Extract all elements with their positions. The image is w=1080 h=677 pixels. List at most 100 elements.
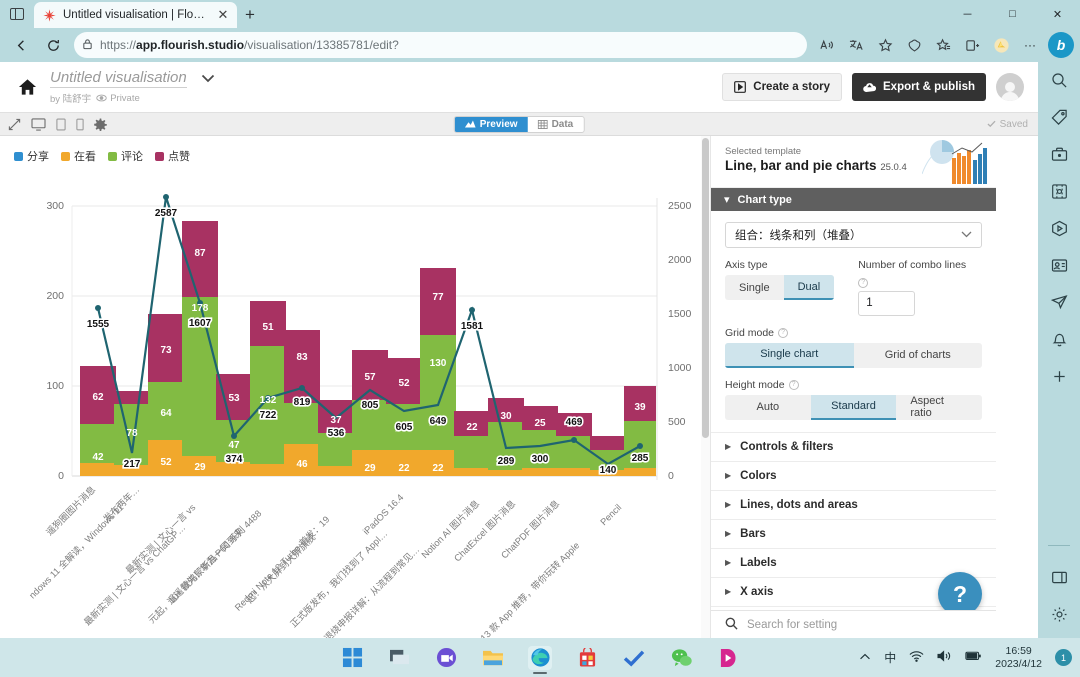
grid-mode-grid-of-charts[interactable]: Grid of charts [854,343,983,368]
axis-type-single[interactable]: Single [725,275,784,300]
favorites-icon[interactable] [929,31,957,59]
grid-mode-label: Grid mode? [725,327,982,339]
accordion-controls-filters[interactable]: ▶ Controls & filters [711,433,996,462]
shopping-bag-icon[interactable] [1051,146,1068,166]
export-publish-button[interactable]: Export & publish [852,73,986,101]
browser-essentials-icon[interactable] [900,31,928,59]
page-title[interactable]: Untitled visualisation [50,69,187,88]
translate-icon[interactable] [842,31,870,59]
svg-text:605: 605 [396,422,413,433]
new-tab-button[interactable]: + [237,2,263,28]
browser-titlebar: Untitled visualisation | Flourish ✕ + － … [0,0,1080,28]
grid-mode-toggle: Single chart Grid of charts [725,342,983,368]
svg-text:300: 300 [532,454,549,465]
battery-icon[interactable] [965,651,982,664]
axis-combo-row: Axis type Single Dual Number of combo li… [725,259,982,316]
grid-mode-single-chart[interactable]: Single chart [725,342,854,368]
desktop-preview-icon[interactable] [31,117,46,131]
height-mode-standard[interactable]: Standard [810,394,897,420]
legend-item[interactable]: 评论 [108,148,143,164]
legend-item[interactable]: 在看 [61,148,96,164]
mobile-preview-icon[interactable] [76,118,84,131]
add-icon[interactable] [1051,368,1068,388]
y-tick: 100 [46,380,64,392]
chart-scrollbar-track[interactable] [701,136,710,638]
expand-triangle-icon: ▶ [725,587,732,596]
clock[interactable]: 16:59 2023/4/12 [995,645,1042,671]
notification-badge[interactable]: 1 [1055,649,1072,666]
legend-item[interactable]: 点赞 [155,148,190,164]
wechat-video-icon[interactable] [434,646,458,670]
extension-icon[interactable] [987,31,1015,59]
settings-gear-icon[interactable] [1051,606,1068,626]
tab-data[interactable]: Data [528,117,584,132]
settings-gear-icon[interactable] [94,118,107,131]
fullscreen-icon[interactable] [8,118,21,131]
show-hidden-icons-icon[interactable] [859,652,871,664]
bing-chat-icon[interactable]: b [1048,32,1074,58]
tab-title: Untitled visualisation | Flourish [63,9,208,21]
section-chart-type[interactable]: ▾ Chart type [711,188,996,211]
media-play-icon[interactable] [1051,220,1068,240]
back-icon[interactable] [6,31,36,59]
taskbar-icons [340,645,740,674]
microsoft-store-icon[interactable] [575,646,599,670]
more-options-icon[interactable]: ··· [1016,31,1044,59]
media-player-icon[interactable] [716,646,740,670]
search-icon[interactable] [1051,72,1068,92]
file-explorer-icon[interactable] [481,646,505,670]
privacy-badge[interactable]: Private [96,93,140,104]
help-icon[interactable]: ? [788,379,799,390]
x-tick-label: Notion AI 图片消息 [419,498,482,561]
setting-search[interactable]: Search for setting [711,610,996,638]
contacts-icon[interactable] [1051,257,1068,277]
home-icon[interactable] [14,78,40,96]
accordion-colors[interactable]: ▶ Colors [711,462,996,491]
tab-actions-icon[interactable] [0,0,34,28]
svg-text:46: 46 [296,459,308,470]
split-screen-icon[interactable] [1051,569,1068,589]
maximize-button[interactable]: □ [990,0,1035,28]
accordion-lines-dots-areas[interactable]: ▶ Lines, dots and areas [711,491,996,520]
tag-icon[interactable] [1051,109,1068,129]
combo-chart: 300 200 100 0 2500 2000 1500 1000 500 0 … [27,194,692,638]
volume-icon[interactable] [937,650,952,665]
start-button-icon[interactable] [340,646,364,670]
address-bar[interactable]: https://app.flourish.studio/visualisatio… [74,32,807,58]
microsoft-edge-icon[interactable] [528,645,552,674]
accordion-bars[interactable]: ▶ Bars [711,520,996,549]
height-mode-aspect-ratio[interactable]: Aspect ratio [896,395,982,420]
axis-type-dual[interactable]: Dual [783,275,835,300]
y2-tick: 0 [668,470,674,482]
legend-item[interactable]: 分享 [14,148,49,164]
send-plane-icon[interactable] [1050,294,1068,314]
expand-triangle-icon: ▶ [725,558,732,567]
todo-check-icon[interactable] [622,646,646,670]
chart-type-select[interactable]: 组合：线条和列（堆叠） [725,222,982,248]
reload-icon[interactable] [38,31,68,59]
browser-tab[interactable]: Untitled visualisation | Flourish ✕ [34,2,237,28]
tab-preview[interactable]: Preview [454,116,528,132]
height-mode-auto[interactable]: Auto [725,395,811,420]
tablet-preview-icon[interactable] [56,118,66,131]
add-favorite-icon[interactable] [871,31,899,59]
chart-scrollbar-thumb[interactable] [702,138,709,438]
avatar[interactable] [996,73,1024,101]
wechat-icon[interactable] [669,646,693,670]
wifi-icon[interactable] [909,650,924,665]
create-story-button[interactable]: Create a story [722,73,842,101]
svg-text:25: 25 [534,418,546,429]
close-window-button[interactable]: ✕ [1035,0,1080,28]
combo-lines-input[interactable]: 1 [858,290,916,316]
ime-indicator[interactable]: 中 [884,649,896,666]
chevron-down-icon[interactable] [201,72,215,86]
bell-icon[interactable] [1051,331,1068,351]
help-icon[interactable]: ? [778,327,789,338]
collections-icon[interactable] [958,31,986,59]
help-icon[interactable]: ? [858,277,869,288]
minimize-button[interactable]: － [945,0,990,28]
games-icon[interactable] [1051,183,1068,203]
tab-close-icon[interactable]: ✕ [215,7,231,23]
task-view-icon[interactable] [387,646,411,670]
read-aloud-icon[interactable] [813,31,841,59]
